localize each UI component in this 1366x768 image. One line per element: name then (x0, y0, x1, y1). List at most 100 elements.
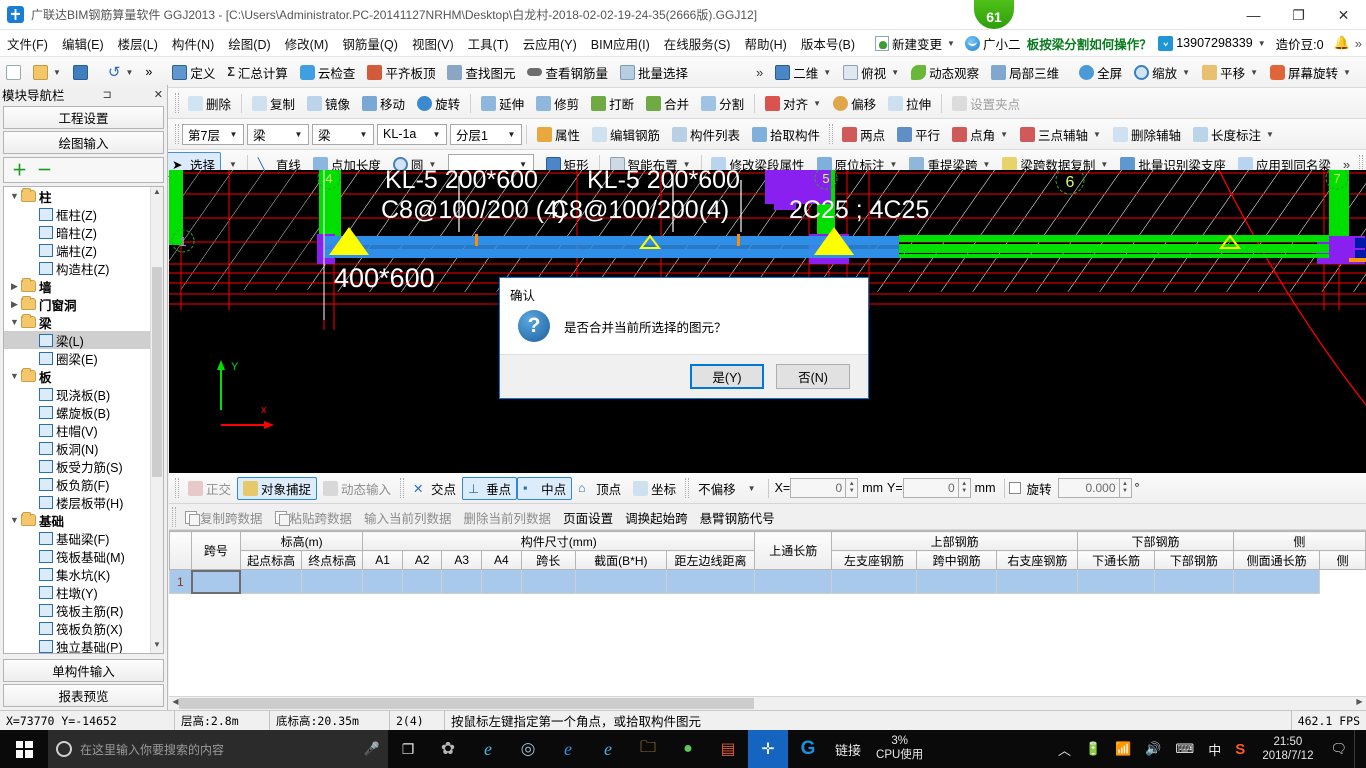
save-button[interactable] (67, 60, 94, 85)
scroll-up-icon[interactable]: ▲ (151, 187, 163, 200)
delete-current-column-button[interactable]: 删除当前列数据 (458, 506, 558, 529)
microphone-icon[interactable]: 🎤 (364, 741, 380, 757)
x-input[interactable]: 0 (790, 478, 847, 498)
tree-node[interactable]: ▼ 柱 (4, 187, 150, 205)
battery-button[interactable]: 🔋 (1078, 730, 1108, 768)
layer-combo[interactable]: 分层1 ▼ (450, 123, 522, 145)
table-column-header[interactable]: 右支座钢筋 (996, 550, 1079, 570)
table-cell[interactable] (754, 569, 833, 594)
table-cell[interactable] (190, 569, 242, 594)
table-column-header[interactable]: A3 (441, 550, 483, 570)
wifi-button[interactable]: 📶 (1108, 730, 1138, 768)
table-cell[interactable] (240, 569, 303, 594)
single-member-input-button[interactable]: 单构件输入 (3, 659, 164, 682)
break-button[interactable]: 打断 (585, 91, 640, 116)
tree-node[interactable]: 板洞(N) (4, 439, 150, 457)
undo-button[interactable]: ↺ ▼ (102, 60, 140, 85)
taskbar-app-explorer[interactable]: 🗀 (628, 730, 668, 768)
expand-all-icon[interactable]: ＋ (12, 163, 27, 178)
tree-node[interactable]: 板受力筋(S) (4, 457, 150, 475)
menu-bim[interactable]: BIM应用(I) (584, 30, 657, 57)
taskbar-app-ggj-active[interactable]: ✛ (748, 730, 788, 768)
rotate-checkbox[interactable] (1008, 482, 1021, 494)
toolbar-more-button[interactable]: » (139, 60, 158, 85)
table-column-header[interactable]: 侧 (1319, 550, 1366, 570)
chevron-right-icon[interactable]: ▶ (8, 299, 21, 310)
snap-midpoint-toggle[interactable]: ▪ 中点 (517, 476, 573, 500)
chevron-right-icon[interactable]: ▶ (8, 281, 21, 292)
snap-perpendicular-toggle[interactable]: ⊥ 垂点 (462, 476, 518, 500)
span-data-table[interactable]: 跨号 标高(m) 构件尺寸(mm) 上通长筋 上部钢筋 下部钢筋侧起点标高 终点标高 A1 A2… (169, 530, 1366, 710)
dynamic-observe-button[interactable]: 动态观察 (905, 60, 985, 85)
table-group-header[interactable]: 构件尺寸(mm) (362, 531, 756, 551)
extend-button[interactable]: 延伸 (475, 91, 530, 116)
menu-modify[interactable]: 修改(M) (278, 30, 336, 57)
tree-node[interactable]: 端柱(Z) (4, 241, 150, 259)
zoom-button[interactable]: 缩放 ▼ (1128, 60, 1196, 85)
menu-cloud[interactable]: 云应用(Y) (516, 30, 584, 57)
link-label[interactable]: 链接 (828, 730, 868, 768)
rotate-input[interactable]: 0.000 (1057, 478, 1120, 498)
tree-node[interactable]: 筏板基础(M) (4, 547, 150, 565)
new-file-button[interactable] (0, 60, 27, 85)
snapbar-grip[interactable] (175, 478, 179, 498)
taskbar-app-pinwheel[interactable]: ✿ (428, 730, 468, 768)
taskbar-app-edge-legacy[interactable]: e (468, 730, 508, 768)
table-cell[interactable] (441, 569, 483, 594)
menu-tools[interactable]: 工具(T) (461, 30, 516, 57)
find-element-button[interactable]: 查找图元 (441, 60, 521, 85)
delete-button[interactable]: 删除 (182, 91, 237, 116)
table-group-header[interactable]: 侧 (1232, 531, 1366, 551)
pan-button[interactable]: 平移 ▼ (1196, 60, 1264, 85)
rotate-spinner[interactable]: ▲ ▼ (1119, 478, 1132, 498)
tree-node[interactable]: ▼ 梁 (4, 313, 150, 331)
set-grip-button[interactable]: 设置夹点 (946, 91, 1026, 116)
table-cell[interactable] (831, 569, 917, 594)
chevron-down-icon[interactable]: ▼ (8, 317, 21, 327)
snap-intersection-toggle[interactable]: ✕ 交点 (407, 477, 462, 500)
table-cell[interactable] (1232, 569, 1321, 594)
snapbar-grip-2[interactable] (400, 478, 405, 498)
collapse-all-icon[interactable]: － (37, 163, 52, 178)
y-input[interactable]: 0 (902, 478, 959, 498)
table-group-header[interactable] (169, 531, 192, 570)
snap-vertex-toggle[interactable]: ⌂ 顶点 (572, 477, 627, 500)
paste-span-data-button[interactable]: 粘贴跨数据 (269, 506, 359, 529)
taskbar-app-green[interactable]: ● (668, 730, 708, 768)
menu-help[interactable]: 帮助(H) (737, 30, 793, 57)
table-column-header[interactable]: 下通长筋 (1077, 550, 1155, 570)
tree-node[interactable]: 框柱(Z) (4, 205, 150, 223)
table-cell[interactable] (1154, 569, 1234, 594)
table-cell[interactable] (520, 569, 576, 594)
swap-start-span-button[interactable]: 调换起始跨 (619, 506, 694, 529)
drawing-input-button[interactable]: 绘图输入 (3, 131, 164, 154)
summary-calc-button[interactable]: Σ 汇总计算 (221, 60, 294, 85)
user-nick-button[interactable]: 广小二 (960, 32, 1026, 55)
table-column-header[interactable]: 侧面通长筋 (1232, 550, 1321, 570)
screen-rotate-button[interactable]: 屏幕旋转 ▼ (1264, 60, 1357, 85)
table-column-header[interactable]: 截面(B*H) (574, 550, 667, 570)
open-file-button[interactable]: ▼ (27, 60, 67, 85)
subcategory-combo[interactable]: 梁 ▼ (312, 123, 374, 145)
object-snap-toggle[interactable]: 对象捕捉 (237, 476, 318, 500)
table-cell[interactable] (401, 569, 443, 594)
y-spinner[interactable]: ▲ ▼ (958, 478, 971, 498)
table-hscrollbar[interactable]: ◀ ▶ (169, 696, 1366, 710)
fullscreen-button[interactable]: 全屏 (1073, 60, 1128, 85)
floor-combo[interactable]: 第7层 ▼ (182, 123, 244, 145)
tree-node[interactable]: 板负筋(F) (4, 475, 150, 493)
tree-node[interactable]: 基础梁(F) (4, 529, 150, 547)
tree-node[interactable]: ▼ 基础 (4, 511, 150, 529)
table-row-number[interactable]: 1 (169, 569, 192, 594)
menu-overflow-button[interactable]: » (1355, 36, 1362, 51)
menu-online-service[interactable]: 在线服务(S) (657, 30, 738, 57)
rotate-button[interactable]: 旋转 (411, 91, 466, 116)
score-badge[interactable]: 61 (973, 0, 1015, 30)
trim-button[interactable]: 修剪 (530, 91, 585, 116)
tree-node[interactable]: 柱帽(V) (4, 421, 150, 439)
table-group-header[interactable]: 跨号 (190, 531, 242, 570)
task-view-button[interactable]: ❐ (388, 730, 428, 768)
tree-node[interactable]: 集水坑(K) (4, 565, 150, 583)
view-rebar-qty-button[interactable]: 查看钢筋量 (521, 60, 614, 85)
table-cell[interactable] (574, 569, 667, 594)
